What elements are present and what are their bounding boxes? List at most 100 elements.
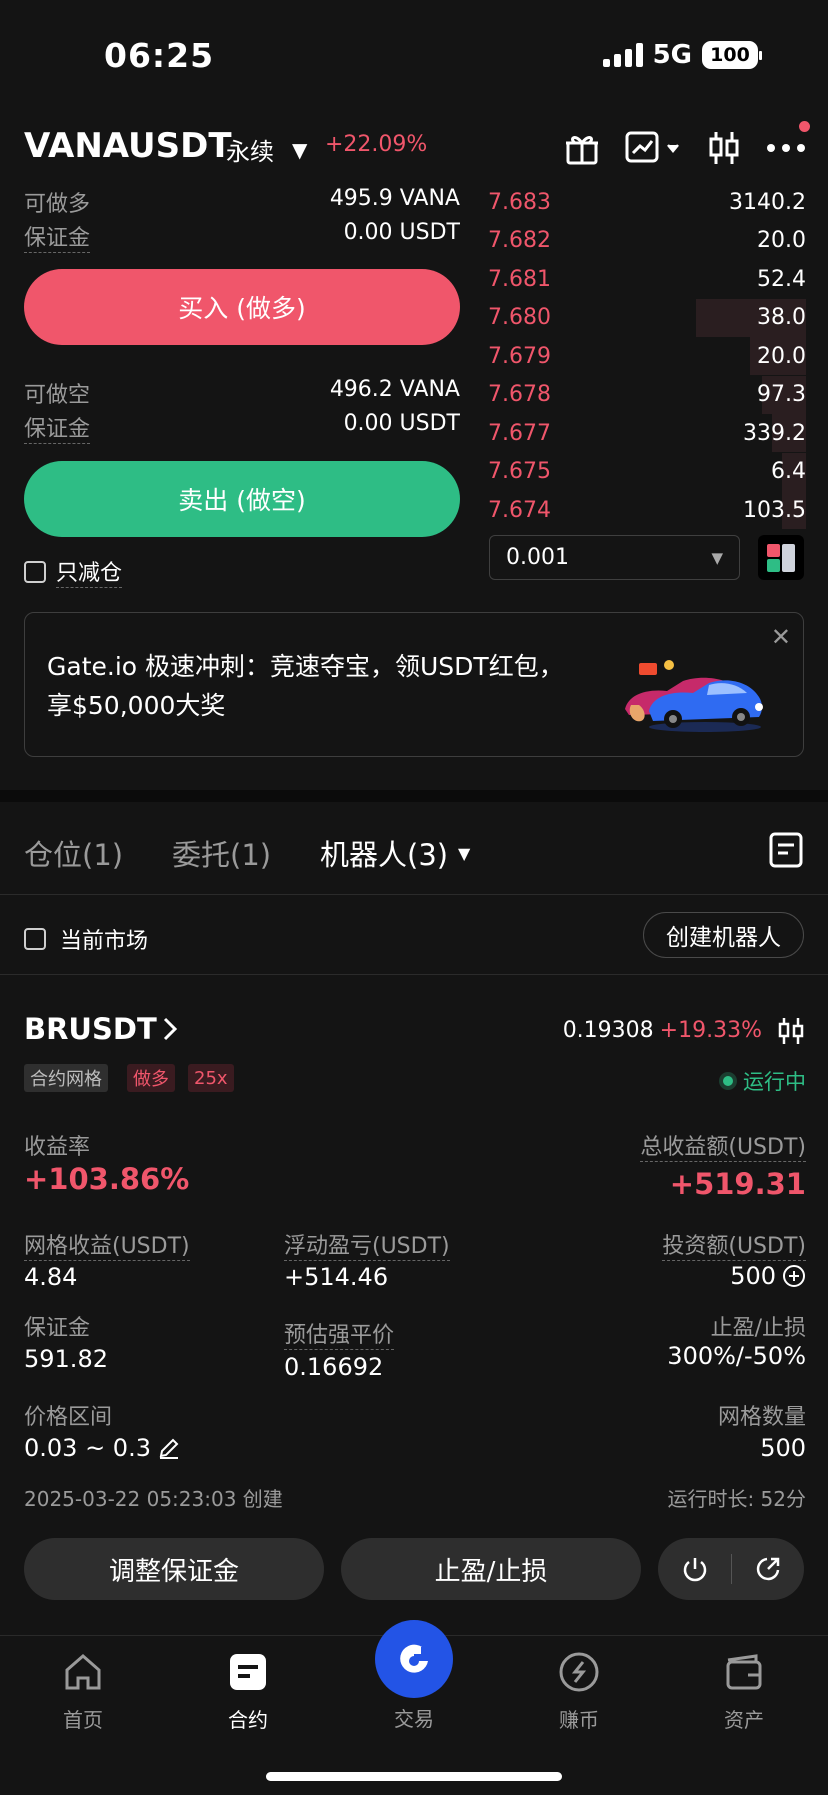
contract-icon — [230, 1654, 266, 1690]
sell-short-button[interactable]: 卖出 (做空) — [24, 461, 460, 537]
current-market-label: 当前市场 — [60, 929, 149, 954]
contract-type[interactable]: 永续 — [226, 132, 274, 167]
ask-price: 7.677 — [488, 420, 551, 446]
orders-doc-icon[interactable] — [768, 831, 804, 873]
plus-circle-icon[interactable] — [782, 1264, 806, 1288]
tpsl-label: 止盈/止损 — [710, 1316, 806, 1341]
grid-profit-value: 4.84 — [24, 1263, 78, 1291]
power-icon[interactable] — [659, 1555, 731, 1583]
ask-price: 7.681 — [488, 266, 551, 292]
orderbook-ask-row[interactable]: 7.679 20.0 — [488, 337, 806, 375]
bot-pair[interactable]: BRUSDT — [24, 1012, 157, 1046]
total-profit-value: +519.31 — [669, 1167, 806, 1201]
precision-select[interactable]: 0.001 ▼ — [489, 535, 740, 580]
current-market-checkbox[interactable] — [24, 928, 46, 950]
grid-profit-label[interactable]: 网格收益(USDT) — [24, 1228, 190, 1261]
pair-title[interactable]: VANAUSDT — [24, 126, 232, 166]
tab-bots-dropdown-icon[interactable]: ▼ — [458, 844, 470, 863]
candlestick-icon[interactable] — [702, 126, 746, 170]
long-margin-value: 0.00 USDT — [343, 220, 460, 245]
race-car-image — [609, 653, 765, 739]
ask-price: 7.679 — [488, 343, 551, 369]
nav-home[interactable]: 首页 — [23, 1650, 143, 1733]
short-available-label: 可做空 — [24, 383, 91, 408]
close-icon[interactable]: ✕ — [771, 623, 791, 651]
nav-contract[interactable]: 合约 — [188, 1650, 308, 1733]
share-icon[interactable] — [732, 1555, 804, 1583]
orderbook-ask-row[interactable]: 7.674 103.5 — [488, 491, 806, 529]
range-value: 0.03 ~ 0.3 — [24, 1434, 151, 1462]
reduce-only-label: 只减仓 — [56, 555, 123, 588]
tab-positions[interactable]: 仓位(1) — [24, 832, 123, 874]
long-margin-row: 保证金 0.00 USDT — [24, 220, 460, 253]
chart-icon[interactable] — [622, 126, 682, 170]
notification-dot — [799, 121, 810, 132]
investment-row: 500 — [730, 1262, 806, 1290]
divider — [0, 894, 828, 895]
nav-trade[interactable]: 交易 — [354, 1703, 474, 1732]
chevron-right-icon[interactable] — [162, 1016, 178, 1046]
more-icon[interactable] — [764, 126, 808, 170]
promo-banner[interactable]: Gate.io 极速冲刺：竞速夺宝，领USDT红包，享$50,000大奖 ✕ — [24, 612, 804, 757]
tpsl-button[interactable]: 止盈/止损 — [341, 1538, 641, 1600]
tag-contract-grid: 合约网格 — [24, 1064, 108, 1092]
ask-price: 7.683 — [488, 189, 551, 215]
book-layout-button[interactable] — [758, 535, 804, 580]
status-time: 06:25 — [104, 36, 215, 75]
total-profit-label[interactable]: 总收益额(USDT) — [640, 1129, 806, 1162]
short-margin-label[interactable]: 保证金 — [24, 411, 91, 444]
liq-price-label[interactable]: 预估强平价 — [284, 1317, 395, 1350]
precision-value: 0.001 — [506, 545, 569, 570]
floating-pnl-label[interactable]: 浮动盈亏(USDT) — [284, 1228, 450, 1261]
reduce-only-checkbox[interactable] — [24, 560, 46, 583]
orderbook-ask-row[interactable]: 7.678 97.3 — [488, 376, 806, 414]
section-separator — [0, 790, 828, 802]
candlestick-icon[interactable] — [776, 1016, 806, 1050]
adjust-margin-button[interactable]: 调整保证金 — [24, 1538, 324, 1600]
pair-dropdown-icon[interactable]: ▼ — [292, 138, 307, 162]
edit-icon[interactable] — [157, 1436, 181, 1460]
bot-price: 0.19308 — [562, 1018, 654, 1043]
nav-assets[interactable]: 资产 — [684, 1650, 804, 1733]
short-available-value: 496.2 VANA — [329, 377, 460, 402]
orderbook-ask-row[interactable]: 7.675 6.4 — [488, 453, 806, 491]
tag-leverage: 25x — [188, 1064, 234, 1092]
ask-price: 7.680 — [488, 305, 551, 330]
long-margin-label[interactable]: 保证金 — [24, 220, 91, 253]
buy-long-button[interactable]: 买入 (做多) — [24, 269, 460, 345]
orderbook-ask-row[interactable]: 7.682 20.0 — [488, 222, 806, 260]
tab-bots[interactable]: 机器人(3) — [320, 832, 448, 874]
nav-contract-label: 合约 — [228, 1708, 268, 1732]
ask-amount: 6.4 — [771, 459, 806, 484]
orderbook-ask-row[interactable]: 7.680 38.0 — [488, 299, 806, 337]
nav-trade-button[interactable] — [375, 1620, 453, 1698]
investment-value: 500 — [730, 1262, 776, 1290]
ask-amount: 20.0 — [757, 228, 806, 253]
long-available-row: 可做多 495.9 VANA — [24, 186, 460, 218]
create-bot-button[interactable]: 创建机器人 — [643, 912, 804, 958]
floating-pnl-value: +514.46 — [284, 1263, 389, 1291]
ask-amount: 38.0 — [757, 305, 806, 330]
orderbook-ask-row[interactable]: 7.683 3140.2 — [488, 183, 806, 221]
long-available-value: 495.9 VANA — [329, 186, 460, 211]
orderbook-ask-row[interactable]: 7.677 339.2 — [488, 414, 806, 452]
roi-value: +103.86% — [24, 1162, 190, 1196]
gift-icon[interactable] — [560, 126, 604, 170]
nav-earn[interactable]: 赚币 — [519, 1650, 639, 1733]
current-market-filter[interactable]: 当前市场 — [24, 923, 148, 955]
wallet-icon — [726, 1654, 762, 1690]
ask-amount: 103.5 — [743, 497, 806, 523]
short-margin-row: 保证金 0.00 USDT — [24, 411, 460, 444]
nav-earn-label: 赚币 — [559, 1708, 599, 1732]
investment-label[interactable]: 投资额(USDT) — [662, 1228, 806, 1261]
reduce-only-toggle[interactable]: 只减仓 — [24, 555, 123, 588]
orderbook-ask-row[interactable]: 7.681 52.4 — [488, 260, 806, 298]
book-layout-icon — [767, 543, 795, 572]
roi-label: 收益率 — [24, 1135, 91, 1160]
promo-banner-text: Gate.io 极速冲刺：竞速夺宝，领USDT红包，享$50,000大奖 — [47, 652, 564, 720]
grid-count-value: 500 — [760, 1434, 806, 1462]
ask-amount: 52.4 — [757, 266, 806, 292]
tab-orders[interactable]: 委托(1) — [172, 832, 271, 874]
bot-actions-group — [658, 1538, 804, 1600]
chevron-down-icon: ▼ — [711, 548, 723, 567]
